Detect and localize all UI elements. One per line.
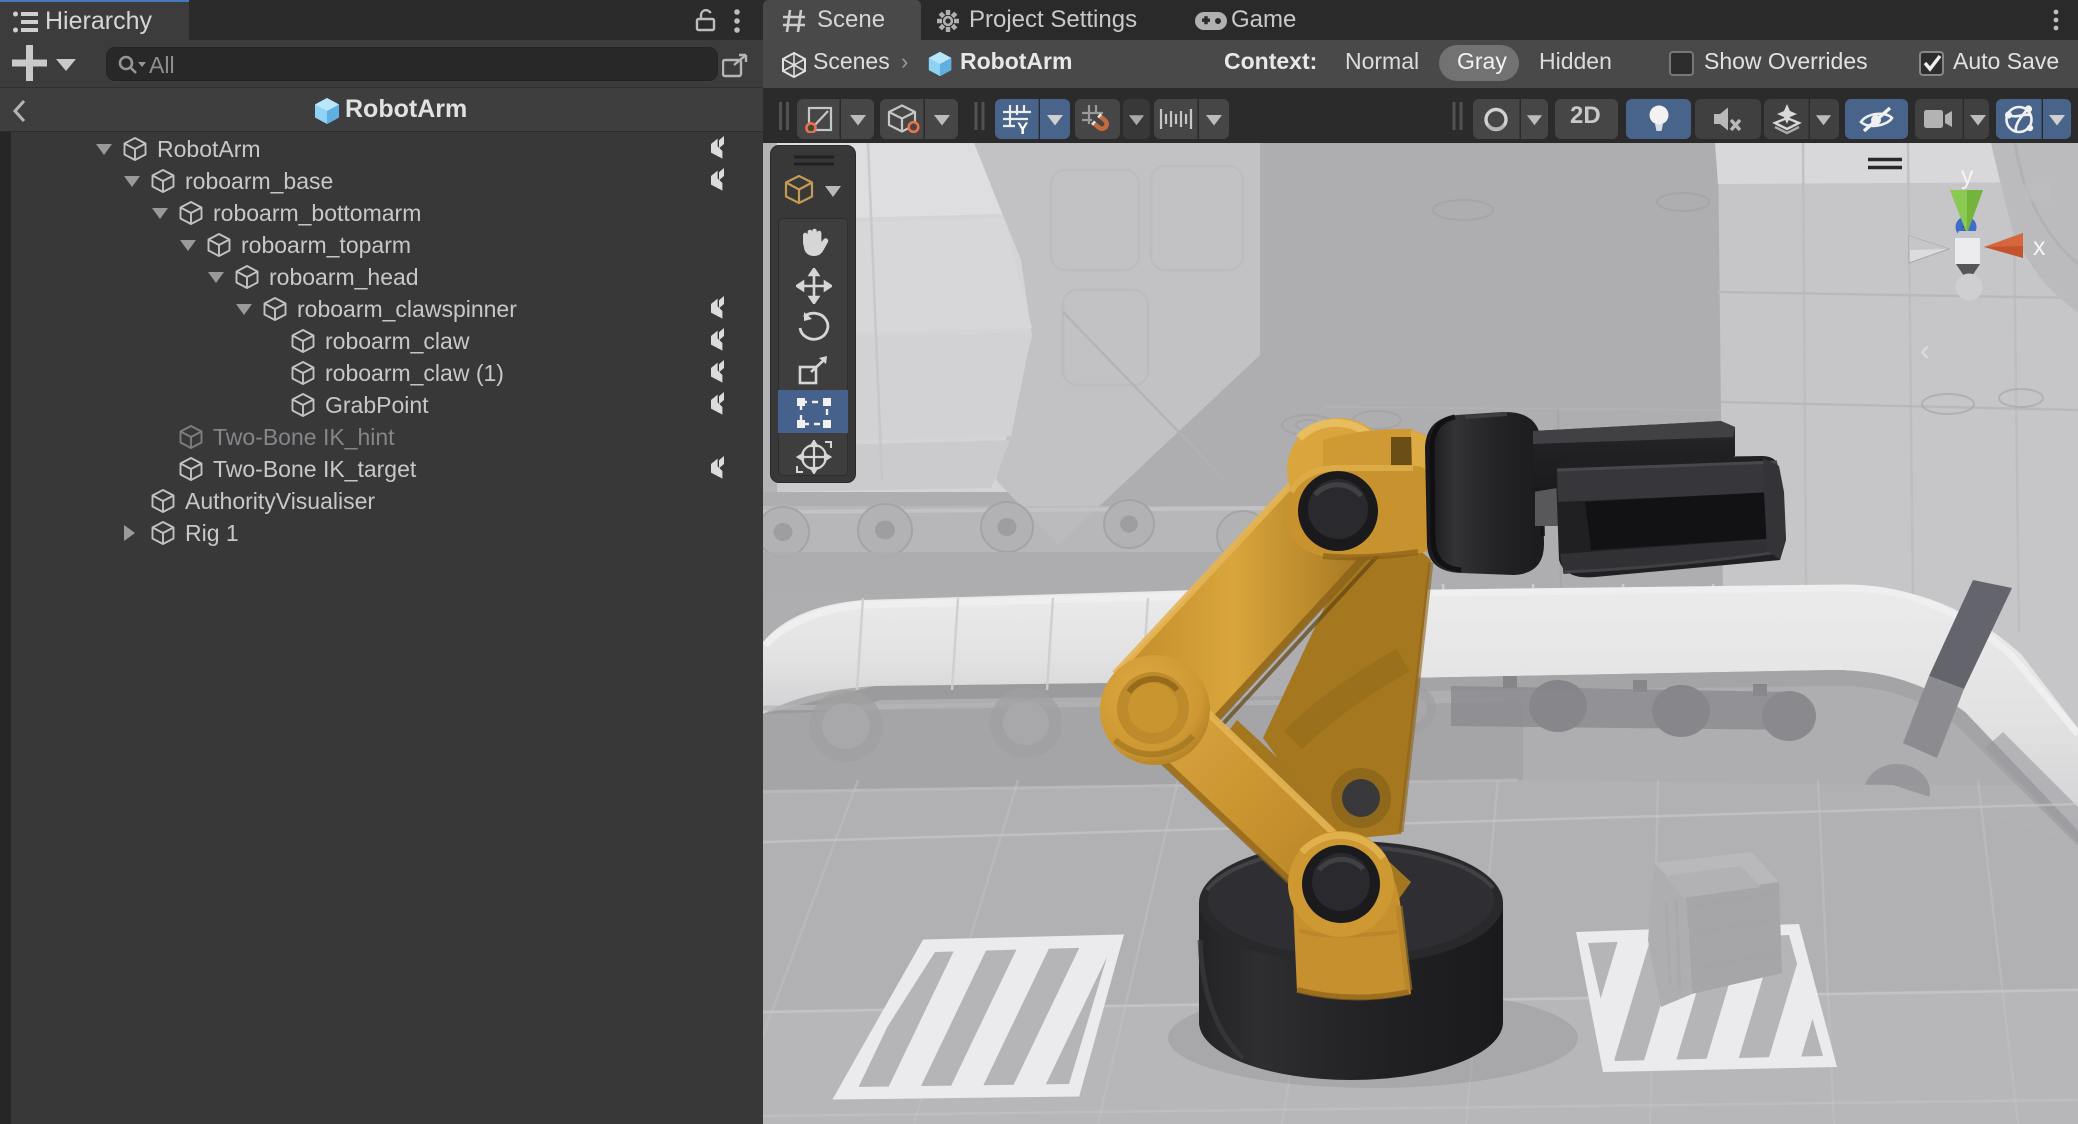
svg-text:y: y: [1961, 162, 1974, 190]
svg-text:x: x: [2033, 233, 2046, 261]
svg-text:Y: Y: [1017, 119, 1029, 135]
